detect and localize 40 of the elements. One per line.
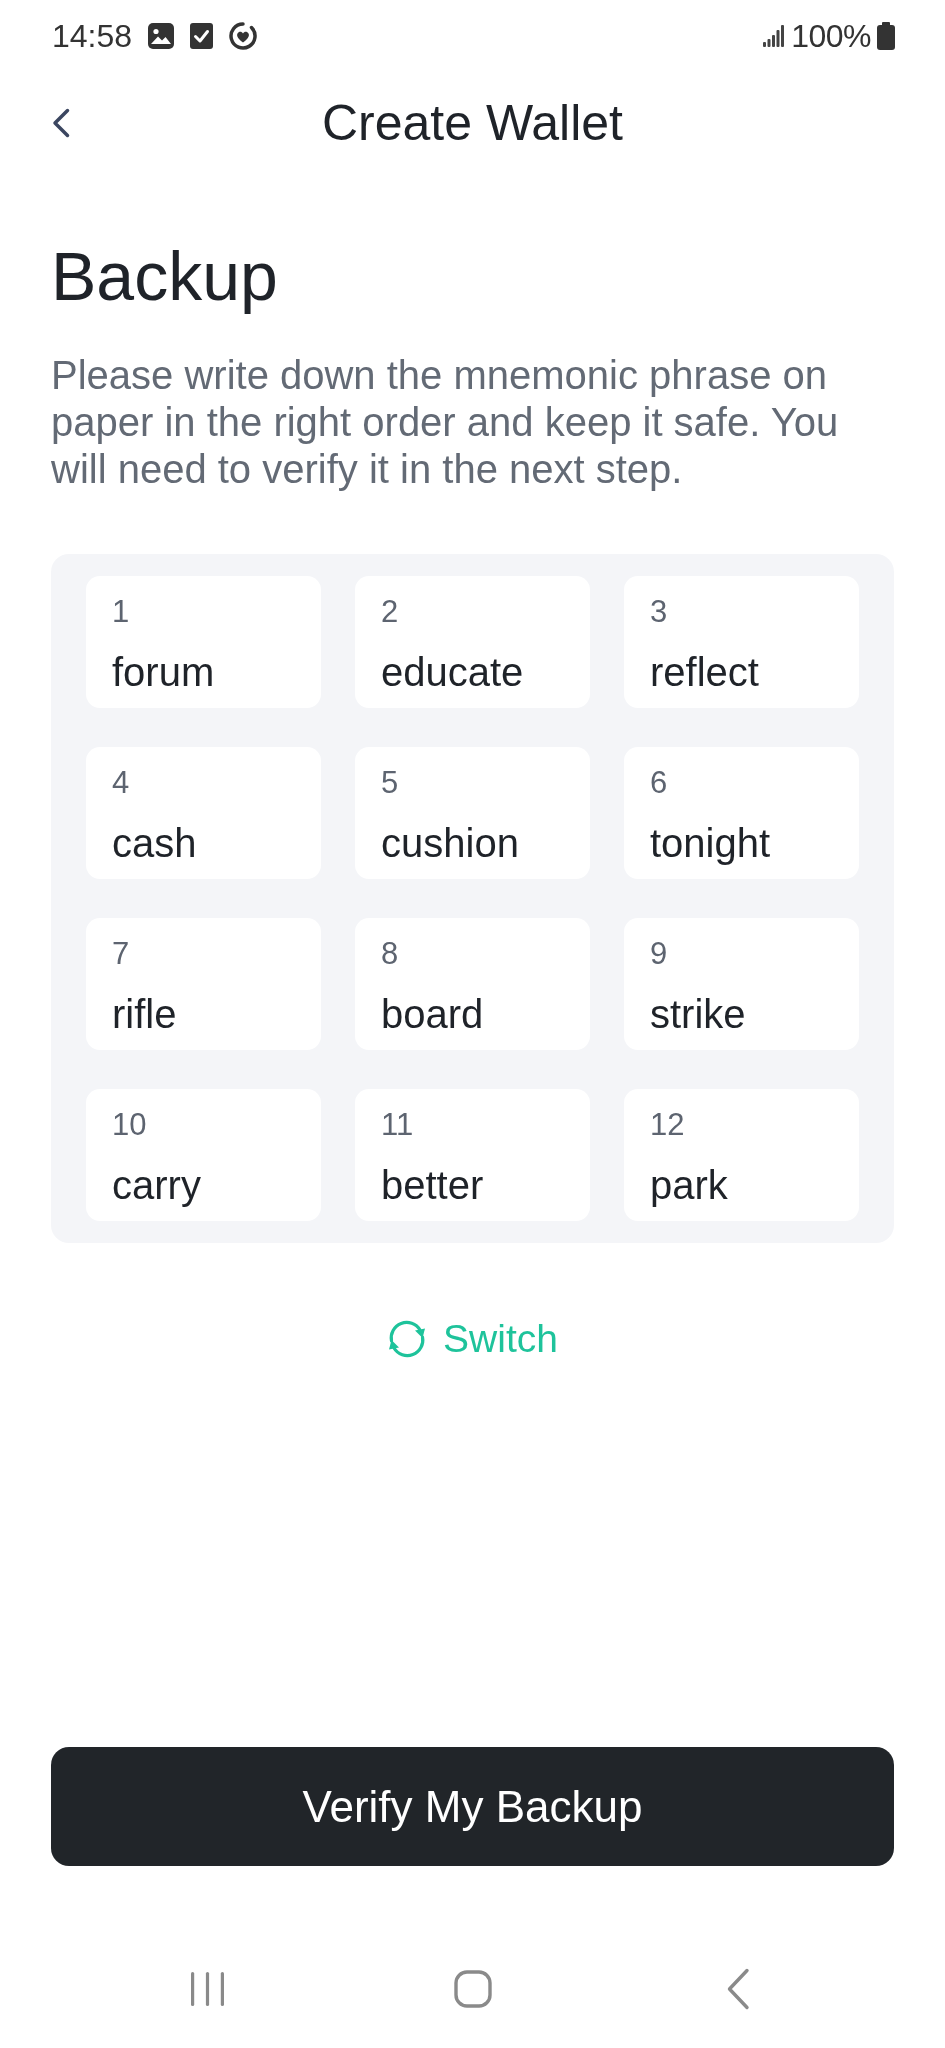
word-number: 10 xyxy=(112,1107,147,1143)
status-time: 14:58 xyxy=(52,17,133,55)
word-number: 8 xyxy=(381,936,399,972)
page-title: Create Wallet xyxy=(322,94,623,153)
word-number: 3 xyxy=(650,594,668,630)
signal-icon xyxy=(763,25,786,47)
word-number: 2 xyxy=(381,594,399,630)
word-number: 6 xyxy=(650,765,668,801)
word-text: cash xyxy=(112,820,197,866)
heart-circle-icon xyxy=(229,22,258,50)
refresh-icon xyxy=(387,1319,428,1359)
verify-backup-button[interactable]: Verify My Backup xyxy=(51,1747,894,1866)
word-text: rifle xyxy=(112,991,177,1037)
word-number: 11 xyxy=(381,1107,414,1143)
word-number: 5 xyxy=(381,765,399,801)
section-heading: Backup xyxy=(51,237,279,316)
word-text: reflect xyxy=(650,649,759,695)
word-number: 7 xyxy=(112,936,130,972)
checkbox-icon xyxy=(190,23,214,49)
word-text: tonight xyxy=(650,820,771,866)
word-text: educate xyxy=(381,649,524,695)
word-number: 1 xyxy=(112,594,130,630)
nav-back-icon[interactable] xyxy=(725,1968,750,2010)
battery-icon xyxy=(877,22,895,50)
image-icon xyxy=(148,23,175,49)
word-number: 9 xyxy=(650,936,668,972)
word-text: better xyxy=(381,1162,484,1208)
back-icon[interactable] xyxy=(52,108,70,138)
word-text: carry xyxy=(112,1162,201,1208)
word-text: forum xyxy=(112,649,215,695)
recent-apps-icon[interactable] xyxy=(190,1971,225,2007)
word-text: park xyxy=(650,1162,728,1208)
instructions-text: Please write down the mnemonic phrase on paper in the right order and keep it safe. You will need to verify it in the next step. xyxy=(51,352,840,493)
word-number: 4 xyxy=(112,765,130,801)
word-text: strike xyxy=(650,991,746,1037)
battery-percent: 100% xyxy=(791,17,871,55)
word-text: board xyxy=(381,991,484,1037)
home-icon[interactable] xyxy=(453,1970,492,2008)
word-number: 12 xyxy=(650,1107,685,1143)
word-text: cushion xyxy=(381,820,519,866)
